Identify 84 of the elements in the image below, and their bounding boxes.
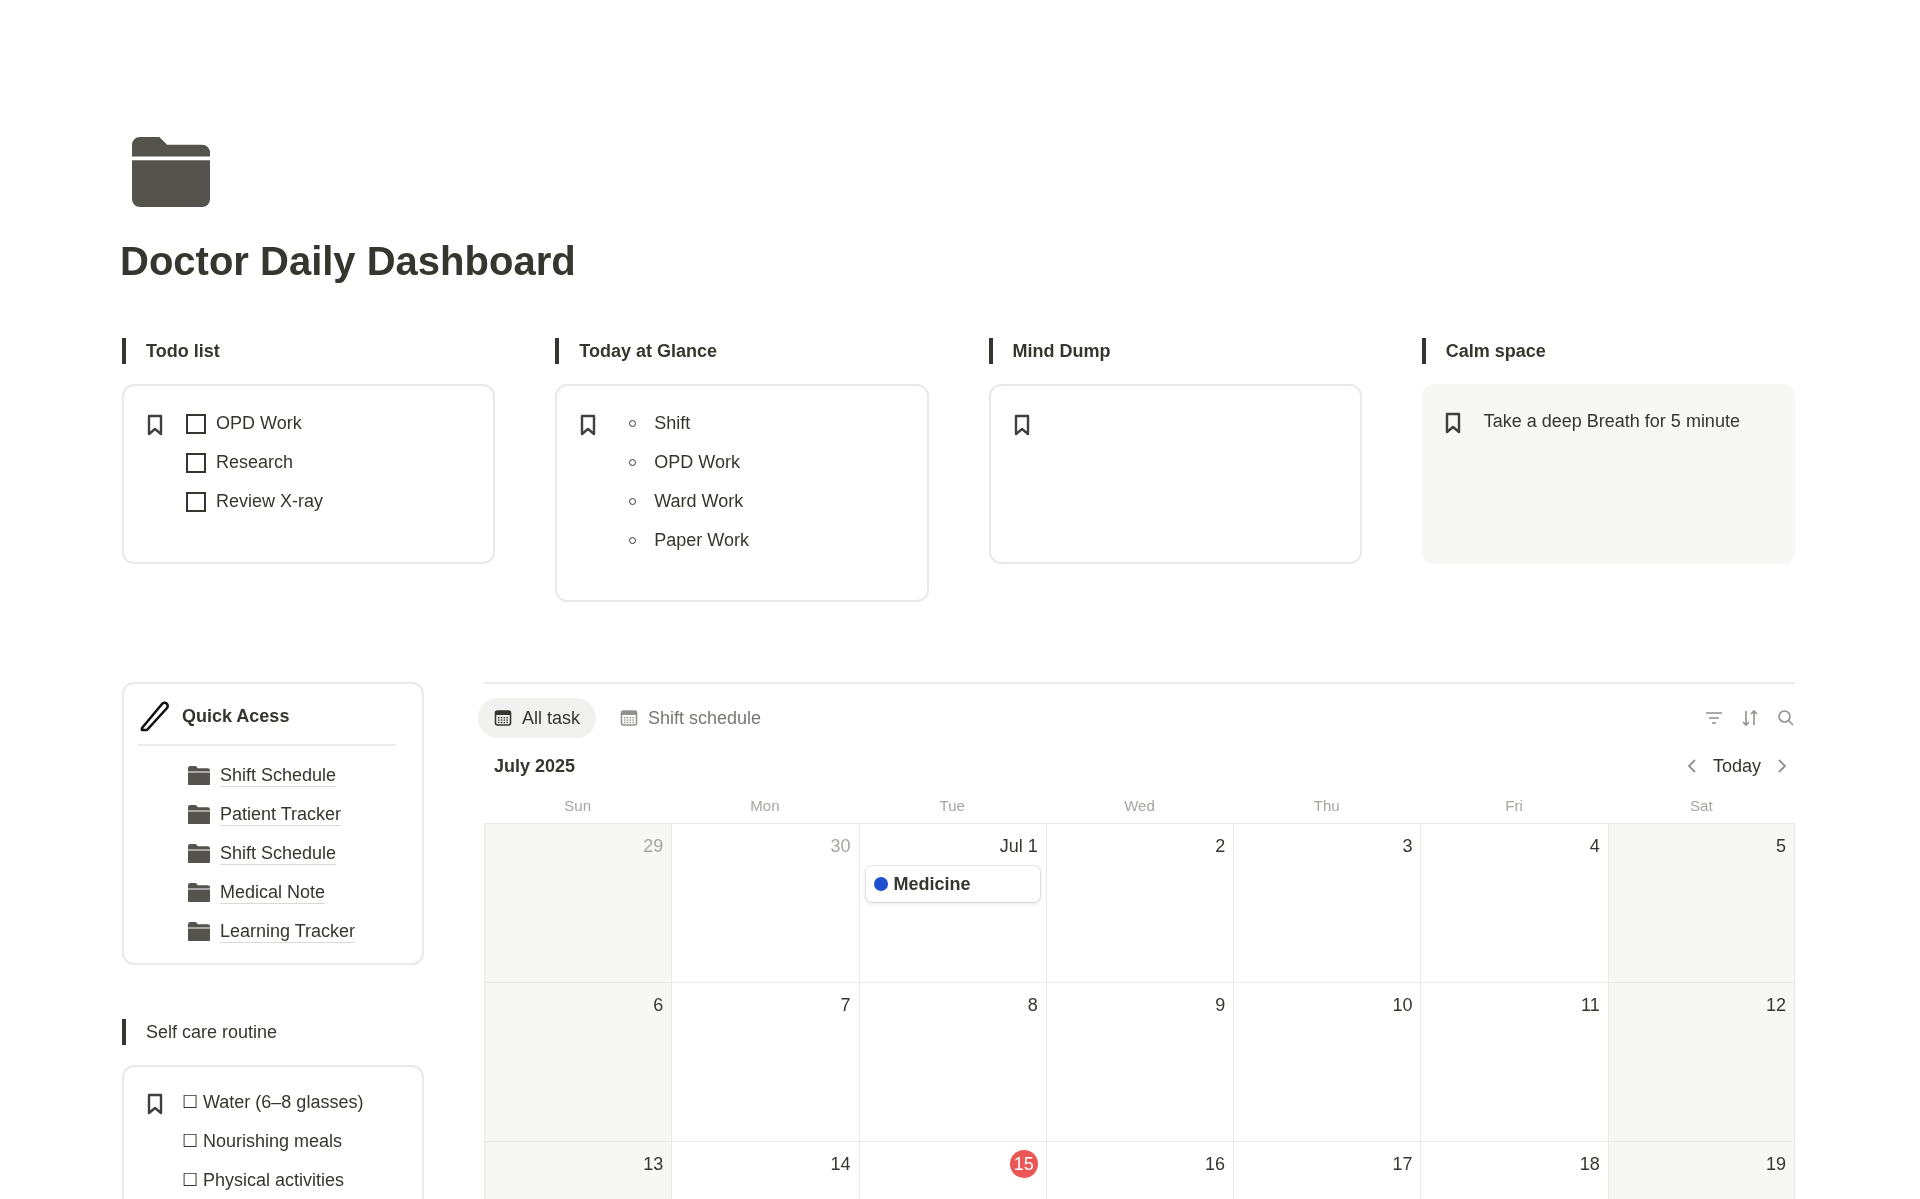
day-number: 18 <box>1579 1152 1600 1176</box>
bullet-item: OPD Work <box>654 451 740 474</box>
page-link[interactable]: Learning Tracker <box>220 920 356 943</box>
bookmark-icon <box>146 414 164 436</box>
checkbox[interactable] <box>186 413 206 434</box>
day-number: 15 <box>1009 1150 1038 1178</box>
page-title: Doctor Daily Dashboard <box>120 238 577 285</box>
section-heading: Self care routine <box>146 1020 278 1044</box>
page-link[interactable]: Patient Tracker <box>220 803 342 826</box>
note-text: Take a deep Breath for 5 minute <box>1483 410 1740 433</box>
day-number: 2 <box>1215 834 1226 858</box>
routine-item: ☐ Nourishing meals <box>182 1130 344 1153</box>
section-heading: Todo list <box>146 339 220 363</box>
folder-icon <box>132 136 210 208</box>
day-number: 5 <box>1776 834 1786 858</box>
day-number: 4 <box>1589 834 1600 858</box>
weekday-label: Thu <box>1313 796 1340 817</box>
weekday-label: Fri <box>1505 796 1523 817</box>
day-number: 19 <box>1765 1152 1786 1176</box>
day-number: 14 <box>830 1152 851 1176</box>
day-number: 6 <box>653 993 664 1017</box>
calendar-icon <box>494 709 512 727</box>
day-number: 17 <box>1392 1152 1413 1176</box>
day-number: 16 <box>1205 1152 1226 1176</box>
calendar-icon <box>620 709 639 727</box>
page-link[interactable]: Medical Note <box>220 881 326 904</box>
day-number: 13 <box>643 1152 664 1176</box>
checkbox[interactable] <box>186 452 206 473</box>
day-number: 29 <box>643 834 664 858</box>
weekday-label: Sun <box>564 796 591 817</box>
page-link[interactable]: Shift Schedule <box>220 764 337 787</box>
weekday-label: Sat <box>1690 796 1713 817</box>
bookmark-icon <box>579 414 598 436</box>
weekday-label: Tue <box>939 796 965 817</box>
bullet-item: Shift <box>654 412 691 435</box>
today-button[interactable]: Today <box>1712 752 1761 780</box>
folder-icon <box>188 921 210 942</box>
day-number: 8 <box>1027 993 1038 1017</box>
routine-item: ☐ Physical activities <box>182 1169 346 1192</box>
checkbox[interactable] <box>186 491 206 512</box>
month-label: July 2025 <box>493 754 576 778</box>
bullet-item: Paper Work <box>654 529 749 552</box>
day-cell[interactable]: 19 <box>1607 1142 1795 1199</box>
folder-icon <box>188 804 210 825</box>
section-heading: Today at Glance <box>579 339 717 363</box>
filter-icon[interactable] <box>1705 711 1723 725</box>
event-card[interactable]: Medicine <box>865 866 1040 902</box>
day-number: 10 <box>1392 993 1413 1017</box>
bullet-item: Ward Work <box>654 490 744 513</box>
page-link[interactable]: Shift Schedule <box>220 842 337 865</box>
day-number: 11 <box>1581 993 1600 1017</box>
day-cell[interactable]: 13 <box>484 1142 672 1199</box>
view-tab[interactable]: Shift schedule <box>604 698 778 738</box>
card-title: Quick Acess <box>182 704 290 728</box>
day-number: 3 <box>1402 834 1413 858</box>
weekday-label: Wed <box>1124 796 1155 817</box>
pencil-icon <box>138 700 170 732</box>
section-heading: Calm space <box>1445 339 1546 363</box>
sort-icon[interactable] <box>1741 709 1759 727</box>
folder-icon <box>188 882 210 903</box>
folder-icon <box>188 843 210 864</box>
search-icon[interactable] <box>1777 709 1795 727</box>
weekday-label: Mon <box>750 796 780 817</box>
todo-item: Research <box>216 451 294 474</box>
bookmark-icon <box>146 1093 164 1115</box>
routine-item: ☐ Water (6–8 glasses) <box>182 1091 364 1114</box>
day-cell[interactable]: 6 <box>484 983 672 1141</box>
folder-icon <box>188 765 210 786</box>
day-number: Jul 1 <box>999 834 1038 858</box>
day-number: 12 <box>1765 993 1786 1017</box>
day-number: 7 <box>840 993 851 1017</box>
chevron-left-icon[interactable] <box>1686 758 1697 774</box>
todo-item: Review X-ray <box>216 490 324 513</box>
section-heading: Mind Dump <box>1012 339 1111 363</box>
day-number: 9 <box>1215 993 1226 1017</box>
day-number: 30 <box>830 834 851 858</box>
bookmark-icon <box>1012 414 1031 436</box>
event-title: Medicine <box>893 872 971 896</box>
view-tab[interactable]: All task <box>478 698 597 738</box>
chevron-right-icon[interactable] <box>1777 758 1787 774</box>
bookmark-icon <box>1443 412 1462 434</box>
day-cell[interactable]: 12 <box>1607 983 1795 1141</box>
day-cell[interactable]: 5 <box>1607 824 1795 982</box>
todo-item: OPD Work <box>216 412 302 435</box>
